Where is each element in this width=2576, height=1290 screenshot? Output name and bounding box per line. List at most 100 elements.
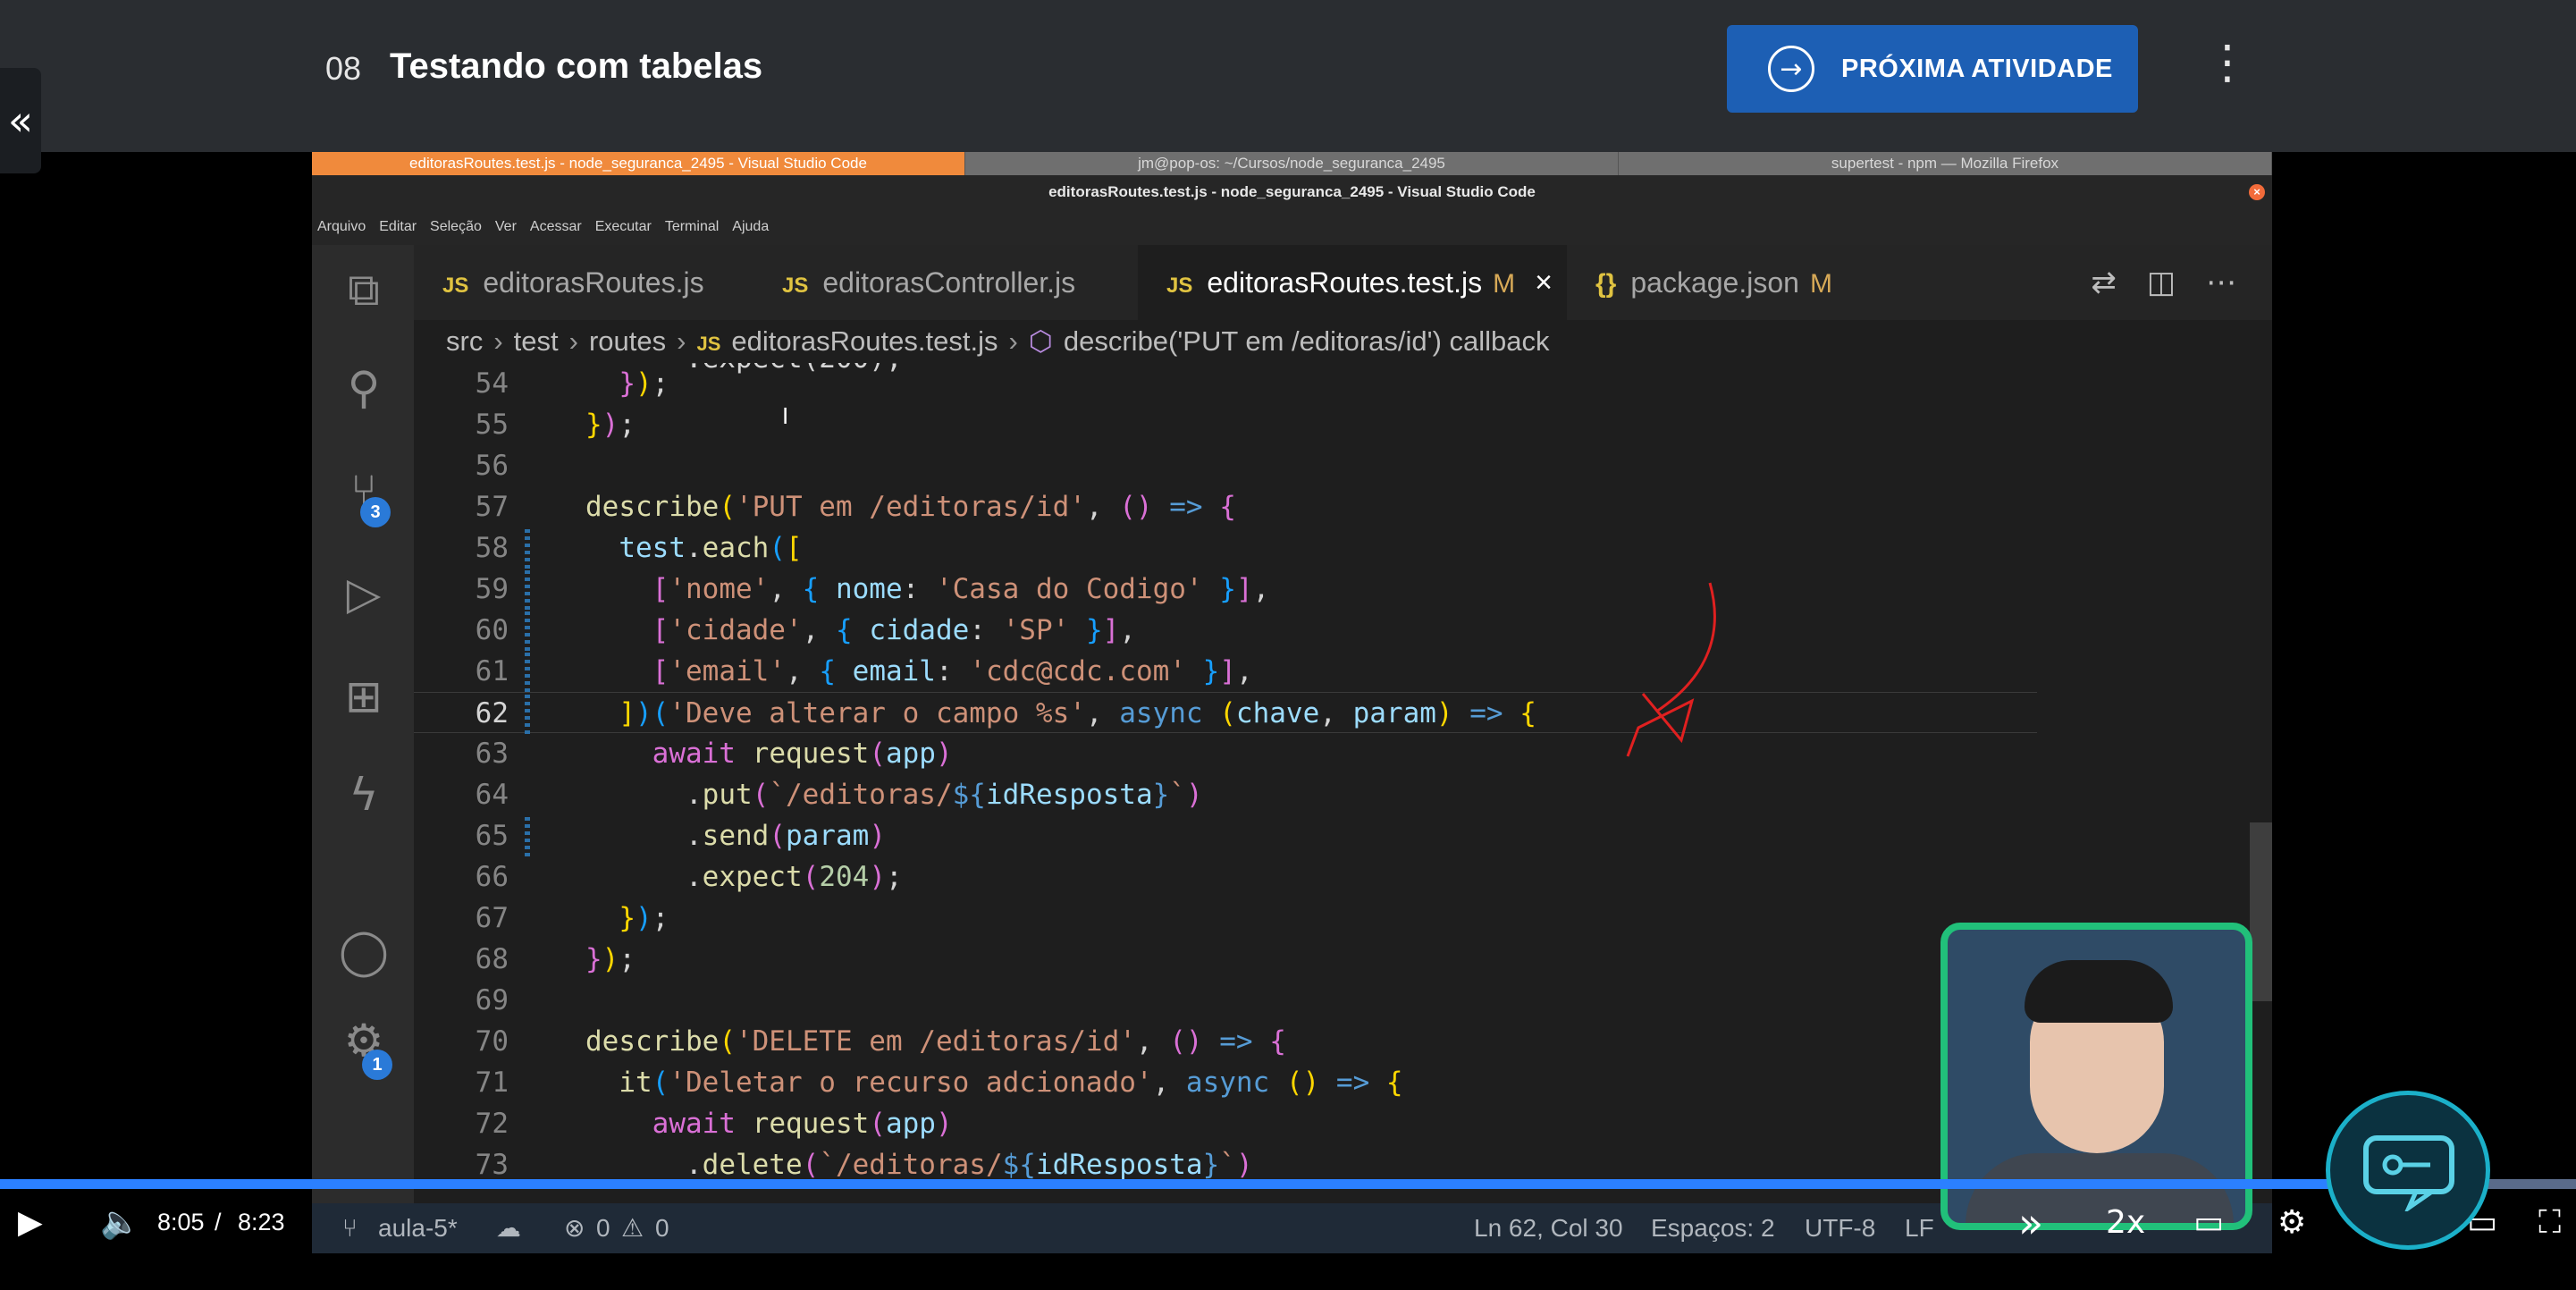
code-line: 54 }); <box>414 363 2272 404</box>
split-editor-icon: ◫ <box>2146 265 2176 300</box>
tab-label: package.json <box>1630 266 1799 299</box>
account-icon: ◯ <box>339 925 389 977</box>
line-number: 68 <box>475 943 509 975</box>
line-number: 56 <box>475 450 509 482</box>
player-controls: ▶ 🔈 <box>0 1189 2576 1290</box>
arrow-right-icon: → <box>1768 46 1814 92</box>
skip-forward-icon[interactable]: » <box>2018 1189 2043 1257</box>
breadcrumb-item: routes <box>588 325 667 357</box>
menu-item: Editar <box>379 219 417 234</box>
chat-bot-icon <box>2363 1135 2454 1211</box>
tab-package-json: {} package.json M <box>1567 245 1889 320</box>
more-options-icon[interactable]: ⋮ <box>2204 36 2251 89</box>
vscode-title: editorasRoutes.test.js - node_seguranca_… <box>312 175 2272 209</box>
os-tab: supertest - npm — Mozilla Firefox <box>1619 152 2272 175</box>
tab-label: editorasRoutes.js <box>483 266 704 299</box>
line-number: 59 <box>475 573 509 605</box>
collapse-sidebar-icon[interactable]: « <box>0 68 41 173</box>
close-tab-icon: × <box>1535 266 1553 299</box>
line-number: 55 <box>475 409 509 441</box>
menu-item: Seleção <box>430 219 482 234</box>
menu-item: Ver <box>494 219 517 234</box>
editor-actions: ⇄ ◫ ⋯ <box>2060 245 2236 320</box>
duration: 8:23 <box>238 1209 285 1235</box>
line-number: 60 <box>475 614 509 646</box>
code-line: 64 .put(`/editoras/${idResposta}`) <box>414 774 2272 815</box>
code-line: 65 .send(param) <box>414 815 2272 856</box>
lesson-title: Testando com tabelas <box>390 46 763 86</box>
breadcrumb: src › test › routes › JS editorasRoutes.test.js… <box>414 320 2272 363</box>
next-activity-label: PRÓXIMA ATIVIDADE <box>1841 54 2113 83</box>
js-file-icon: JS <box>696 333 721 355</box>
json-file-icon: {} <box>1595 269 1617 299</box>
menu-item: Acessar <box>529 219 582 234</box>
js-file-icon: JS <box>1166 274 1193 298</box>
window-close-icon: × <box>2249 184 2265 200</box>
os-window-tabs: editorasRoutes.test.js - node_seguranca_… <box>312 152 2272 175</box>
tab-label: editorasRoutes.test.js <box>1207 266 1483 299</box>
compare-changes-icon: ⇄ <box>2091 265 2117 300</box>
line-number: 58 <box>475 532 509 564</box>
line-number: 63 <box>475 738 509 770</box>
current-time: 8:05 <box>157 1209 205 1235</box>
tab-editoras-routes: JS editorasRoutes.js <box>414 245 753 320</box>
breadcrumb-item: editorasRoutes.test.js <box>731 325 998 357</box>
lesson-number: 08 <box>325 50 362 87</box>
modified-indicator: M <box>1493 269 1516 299</box>
line-number: 57 <box>475 491 509 523</box>
explorer-icon: ⧉ <box>348 264 380 316</box>
modified-indicator: M <box>1809 269 1832 299</box>
line-number: 71 <box>475 1067 509 1099</box>
tab-label: editorasController.js <box>822 266 1076 299</box>
next-activity-button[interactable]: → PRÓXIMA ATIVIDADE <box>1727 25 2138 113</box>
vscode-activity-bar: ⧉ ⚲ ⑂ 3 ▷ ⊞ ϟ ◯ ⚙ 1 <box>312 245 414 1253</box>
line-number: 70 <box>475 1025 509 1058</box>
red-arrow-annotation <box>1626 582 1716 757</box>
run-debug-icon: ▷ <box>346 568 382 620</box>
chevron-right-icon: › <box>493 325 503 357</box>
line-number: 54 <box>475 367 509 400</box>
course-header: 08 Testando com tabelas → PRÓXIMA ATIVID… <box>0 0 2576 152</box>
instructor-hair <box>2025 960 2173 1023</box>
line-number: 67 <box>475 902 509 934</box>
volume-icon[interactable]: 🔈 <box>100 1189 140 1257</box>
menu-item: Arquivo <box>317 219 366 234</box>
settings-icon[interactable]: ⚙ <box>2277 1189 2306 1257</box>
menu-item: Terminal <box>664 219 720 234</box>
line-number: 62 <box>475 697 509 729</box>
settings-badge: 1 <box>362 1050 392 1080</box>
line-number: 69 <box>475 984 509 1016</box>
chevron-right-icon: › <box>568 325 578 357</box>
code-line: 56 <box>414 445 2272 486</box>
code-line-current: 62 ])('Deve alterar o campo %s', async (… <box>414 692 2037 734</box>
vscode-window-title: editorasRoutes.test.js - node_seguranca_… <box>1048 183 1536 200</box>
chat-assistant-button[interactable] <box>2326 1091 2490 1250</box>
captions-icon[interactable]: ▭ <box>2193 1189 2224 1257</box>
video-progress-fill[interactable] <box>0 1179 2484 1189</box>
menu-item: Ajuda <box>732 219 770 234</box>
vscode-menubar: Arquivo Editar Seleção Ver Acessar Execu… <box>312 209 2272 245</box>
search-icon: ⚲ <box>347 362 381 414</box>
breadcrumb-item: test <box>513 325 559 357</box>
tab-editoras-routes-test: JS editorasRoutes.test.js M × <box>1138 245 1567 320</box>
js-file-icon: JS <box>442 274 469 298</box>
code-line: 55}); <box>414 404 2272 445</box>
symbol-method-icon: ⬡ <box>1028 325 1053 358</box>
editor-scrollbar <box>2250 822 2272 1001</box>
code-line: 63 await request(app) <box>414 733 2272 774</box>
playback-speed[interactable]: 2x <box>2106 1189 2145 1257</box>
code-line: 59 ['nome', { nome: 'Casa do Codigo' }], <box>414 569 2272 610</box>
time-separator: / <box>215 1209 222 1235</box>
line-number: 64 <box>475 779 509 811</box>
fullscreen-icon[interactable]: ⛶ <box>2538 1189 2561 1257</box>
line-number: 61 <box>475 655 509 687</box>
code-line: 66 .expect(204); <box>414 856 2272 898</box>
os-tab: editorasRoutes.test.js - node_seguranca_… <box>312 152 965 175</box>
editor-tabs: JS editorasRoutes.js JS editorasController… <box>414 245 2272 320</box>
line-number: 66 <box>475 861 509 893</box>
os-tab: jm@pop-os: ~/Cursos/node_seguranca_2495 <box>965 152 1619 175</box>
chevron-right-icon: › <box>1008 325 1018 357</box>
text-cursor-icon: I <box>782 402 789 429</box>
code-line: 61 ['email', { email: 'cdc@cdc.com' }], <box>414 651 2272 692</box>
play-icon[interactable]: ▶ <box>18 1189 43 1257</box>
